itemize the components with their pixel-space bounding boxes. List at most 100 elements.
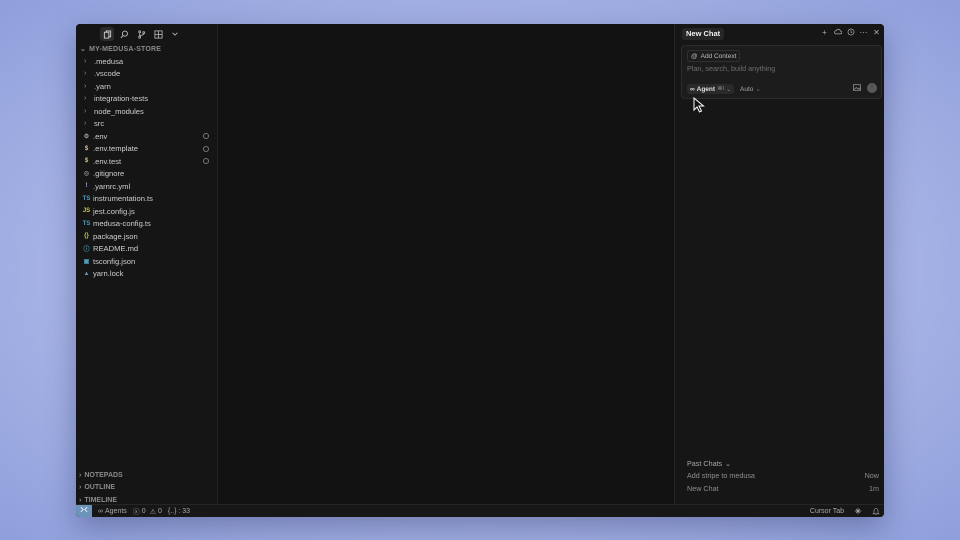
file-item[interactable]: ▲ yarn.lock xyxy=(76,268,217,281)
past-chat-title: Add stripe to medusa xyxy=(687,471,755,480)
agents-status[interactable]: ∞ Agents xyxy=(98,508,127,515)
item-label: .env.template xyxy=(93,144,139,154)
chevron-right-icon: › xyxy=(84,120,87,128)
item-label: integration-tests xyxy=(94,94,149,104)
file-item[interactable]: ⚙ .env xyxy=(76,130,217,143)
ports-status[interactable]: {..} : 33 xyxy=(168,508,190,515)
file-item[interactable]: $ .env.test xyxy=(76,155,217,168)
item-label: .env.test xyxy=(93,156,122,166)
chevron-down-icon[interactable] xyxy=(168,27,182,41)
section-title: OUTLINE xyxy=(84,484,116,492)
section-notepads[interactable]: › NOTEPADS xyxy=(76,469,217,482)
explorer-root-header[interactable]: ⌄ MY-MEDUSA-STORE xyxy=(80,45,161,54)
tab-new-chat[interactable]: New Chat xyxy=(682,28,725,40)
item-label: package.json xyxy=(93,231,138,241)
image-icon[interactable] xyxy=(853,84,861,93)
problems-status[interactable]: ⓧ 0 ⚠ 0 xyxy=(133,507,162,517)
past-chat-time: 1m xyxy=(869,484,879,493)
past-chat-item[interactable]: Add stripe to medusa Now xyxy=(687,469,879,482)
file-item[interactable]: {} package.json xyxy=(76,230,217,243)
item-label: medusa-config.ts xyxy=(93,219,151,229)
explorer-sidebar: ⌄ MY-MEDUSA-STORE › .medusa › .vscode › .yarn… xyxy=(76,24,218,504)
ide-window: ⌄ MY-MEDUSA-STORE › .medusa › .vscode › .yarn… xyxy=(76,24,884,517)
file-item[interactable]: JS jest.config.js xyxy=(76,205,217,218)
item-label: .gitignore xyxy=(93,169,125,179)
file-type-icon: ! xyxy=(85,183,88,190)
mode-selector[interactable]: ∞ Agent ⌘I ⌄ xyxy=(687,84,735,94)
past-chat-item[interactable]: New Chat 1m xyxy=(687,482,879,495)
sidebar-toolbar xyxy=(100,27,182,41)
history-icon[interactable] xyxy=(846,28,855,38)
remote-indicator[interactable] xyxy=(76,505,92,517)
model-selector[interactable]: Auto ⌄ xyxy=(740,84,761,94)
file-item[interactable]: TS instrumentation.ts xyxy=(76,193,217,206)
section-title: NOTEPADS xyxy=(84,471,123,479)
infinity-icon: ∞ xyxy=(98,508,103,515)
folder-item[interactable]: › .yarn xyxy=(76,80,217,93)
file-tree: › .medusa › .vscode › .yarn › integration-tests… xyxy=(76,55,217,280)
more-icon[interactable]: ⋯ xyxy=(859,28,868,38)
file-item[interactable]: $ .env.template xyxy=(76,143,217,156)
cloud-icon[interactable] xyxy=(833,28,842,38)
send-button[interactable]: ↑ xyxy=(867,83,877,93)
section-outline[interactable]: › OUTLINE xyxy=(76,482,217,495)
chevron-right-icon: › xyxy=(84,95,87,103)
file-type-icon: ⓘ xyxy=(83,247,90,254)
folder-item[interactable]: › integration-tests xyxy=(76,93,217,106)
item-label: tsconfig.json xyxy=(93,256,136,266)
item-label: .yarnrc.yml xyxy=(93,181,131,191)
modified-indicator xyxy=(203,133,209,140)
file-item[interactable]: ◎ .gitignore xyxy=(76,168,217,181)
chevron-right-icon: › xyxy=(84,57,87,65)
item-label: instrumentation.ts xyxy=(93,194,153,204)
item-label: src xyxy=(94,119,105,129)
error-icon: ⓧ xyxy=(132,508,140,516)
error-count: 0 xyxy=(141,508,146,515)
ports-label: {..} : 33 xyxy=(167,508,191,515)
item-label: yarn.lock xyxy=(93,269,124,279)
search-icon[interactable] xyxy=(117,27,131,41)
past-chats-toggle[interactable]: Past Chats ⌄ xyxy=(687,457,879,469)
cursor-tab-status[interactable]: Cursor Tab xyxy=(810,508,844,515)
sparkle-icon[interactable] xyxy=(854,507,862,517)
file-item[interactable]: ▣ tsconfig.json xyxy=(76,255,217,268)
folder-item[interactable]: › src xyxy=(76,118,217,131)
infinity-icon: ∞ xyxy=(690,85,695,93)
file-type-icon: ▣ xyxy=(83,258,90,265)
mode-label: Agent xyxy=(696,85,716,93)
item-label: jest.config.js xyxy=(93,206,135,216)
bell-icon[interactable] xyxy=(872,507,880,517)
folder-item[interactable]: › node_modules xyxy=(76,105,217,118)
sidebar-bottom-sections: › NOTEPADS › OUTLINE › TIMELINE xyxy=(76,469,217,507)
at-icon: @ xyxy=(691,52,698,60)
status-bar: ∞ Agents ⓧ 0 ⚠ 0 {..} : 33 Cursor Tab xyxy=(76,504,884,517)
editor-area[interactable] xyxy=(218,24,674,504)
model-label: Auto xyxy=(740,85,754,93)
folder-item[interactable]: › .vscode xyxy=(76,68,217,81)
past-chat-title: New Chat xyxy=(687,484,719,493)
chevron-down-icon: ⌄ xyxy=(80,46,87,53)
chat-header-actions: + ⋯ ✕ xyxy=(820,28,881,38)
folder-item[interactable]: › .medusa xyxy=(76,55,217,68)
chevron-right-icon: › xyxy=(79,484,82,492)
chat-input[interactable]: Plan, search, build anything xyxy=(687,64,775,73)
files-icon[interactable] xyxy=(100,27,114,41)
chat-composer[interactable]: @ Add Context Plan, search, build anythi… xyxy=(681,45,882,99)
chevron-right-icon: › xyxy=(84,70,87,78)
source-control-icon[interactable] xyxy=(134,27,148,41)
file-item[interactable]: ⓘ README.md xyxy=(76,243,217,256)
file-item[interactable]: ! .yarnrc.yml xyxy=(76,180,217,193)
plus-icon[interactable]: + xyxy=(820,28,829,38)
add-context-label: Add Context xyxy=(700,52,737,60)
close-icon[interactable]: ✕ xyxy=(872,28,881,38)
add-context-button[interactable]: @ Add Context xyxy=(687,50,741,62)
warning-count: 0 xyxy=(157,508,162,515)
item-label: README.md xyxy=(93,244,139,254)
extensions-icon[interactable] xyxy=(151,27,165,41)
file-type-icon: ▲ xyxy=(83,270,90,277)
modified-indicator xyxy=(203,145,209,152)
file-type-icon: $ xyxy=(84,158,89,165)
item-label: .medusa xyxy=(94,56,124,66)
file-type-icon: {} xyxy=(84,233,89,240)
file-item[interactable]: TS medusa-config.ts xyxy=(76,218,217,231)
